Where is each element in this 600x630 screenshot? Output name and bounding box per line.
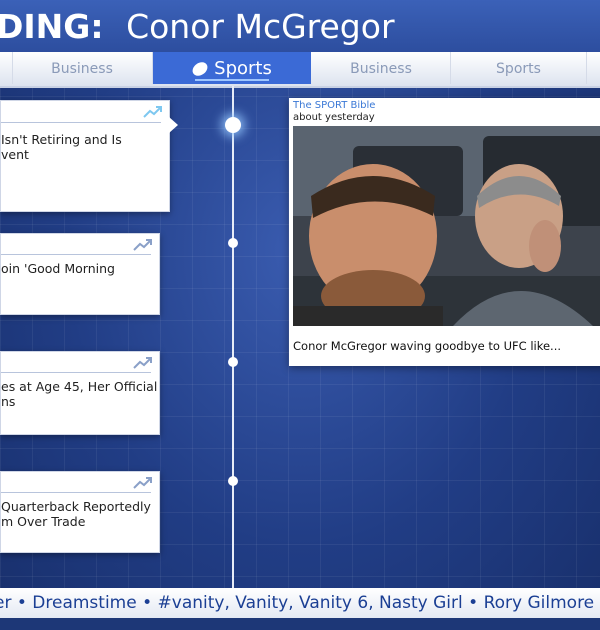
tab-label: Business: [350, 61, 412, 77]
active-tab-underline: [195, 79, 269, 81]
photo-illustration: [293, 126, 600, 326]
story-photo[interactable]: [293, 126, 600, 326]
card-divider: [1, 122, 161, 123]
page-title: DING: Conor McGregor: [0, 7, 395, 46]
news-card[interactable]: oin 'Good Morning: [0, 233, 160, 315]
card-headline: oin 'Good Morning: [1, 261, 115, 276]
tab-label: Sports: [214, 58, 272, 79]
timeline-line: [232, 86, 234, 590]
trending-header: DING: Conor McGregor: [0, 0, 600, 52]
card-headline: Isn't Retiring and Is vent: [1, 132, 122, 162]
tab-sports-2[interactable]: Sports: [451, 52, 587, 84]
featured-story-card[interactable]: The SPORT Bible about yesterday Conor Mc…: [289, 98, 600, 366]
timeline-dot[interactable]: [228, 238, 238, 248]
story-source[interactable]: The SPORT Bible: [293, 100, 375, 111]
bottom-bar: [0, 618, 600, 630]
title-prefix: DING:: [0, 7, 104, 46]
category-tabs: Business Sports Business Sports: [0, 52, 600, 88]
tab-business-1[interactable]: Business: [12, 52, 153, 84]
news-card[interactable]: Quarterback Reportedly m Over Trade: [0, 471, 160, 553]
card-divider: [1, 372, 151, 373]
timeline-dot[interactable]: [228, 357, 238, 367]
story-caption: Conor McGregor waving goodbye to UFC lik…: [293, 339, 562, 353]
title-topic: Conor McGregor: [126, 7, 395, 46]
ticker-text: er • Dreamstime • #vanity, Vanity, Vanit…: [0, 593, 600, 613]
tab-sports-active[interactable]: Sports: [153, 52, 311, 84]
trending-up-icon: [133, 239, 152, 251]
trending-up-icon: [143, 106, 162, 118]
news-card[interactable]: Isn't Retiring and Is vent: [0, 100, 178, 212]
football-icon: [190, 59, 211, 79]
story-timestamp: about yesterday: [293, 112, 375, 123]
tab-business-2[interactable]: Business: [312, 52, 451, 84]
card-headline: Quarterback Reportedly m Over Trade: [1, 499, 151, 529]
news-card[interactable]: es at Age 45, Her Official ns: [0, 351, 160, 435]
trending-up-icon: [133, 357, 152, 369]
tab-label: Sports: [496, 61, 541, 77]
card-headline: es at Age 45, Her Official ns: [1, 379, 158, 409]
timeline-dot[interactable]: [228, 476, 238, 486]
card-pointer: [169, 117, 178, 133]
card-divider: [1, 492, 151, 493]
trending-ticker[interactable]: er • Dreamstime • #vanity, Vanity, Vanit…: [0, 588, 600, 618]
tab-label: Business: [51, 61, 113, 77]
card-divider: [1, 254, 151, 255]
timeline-dot-active[interactable]: [225, 117, 241, 133]
tab-partial-right[interactable]: [587, 52, 600, 84]
trending-up-icon: [133, 477, 152, 489]
